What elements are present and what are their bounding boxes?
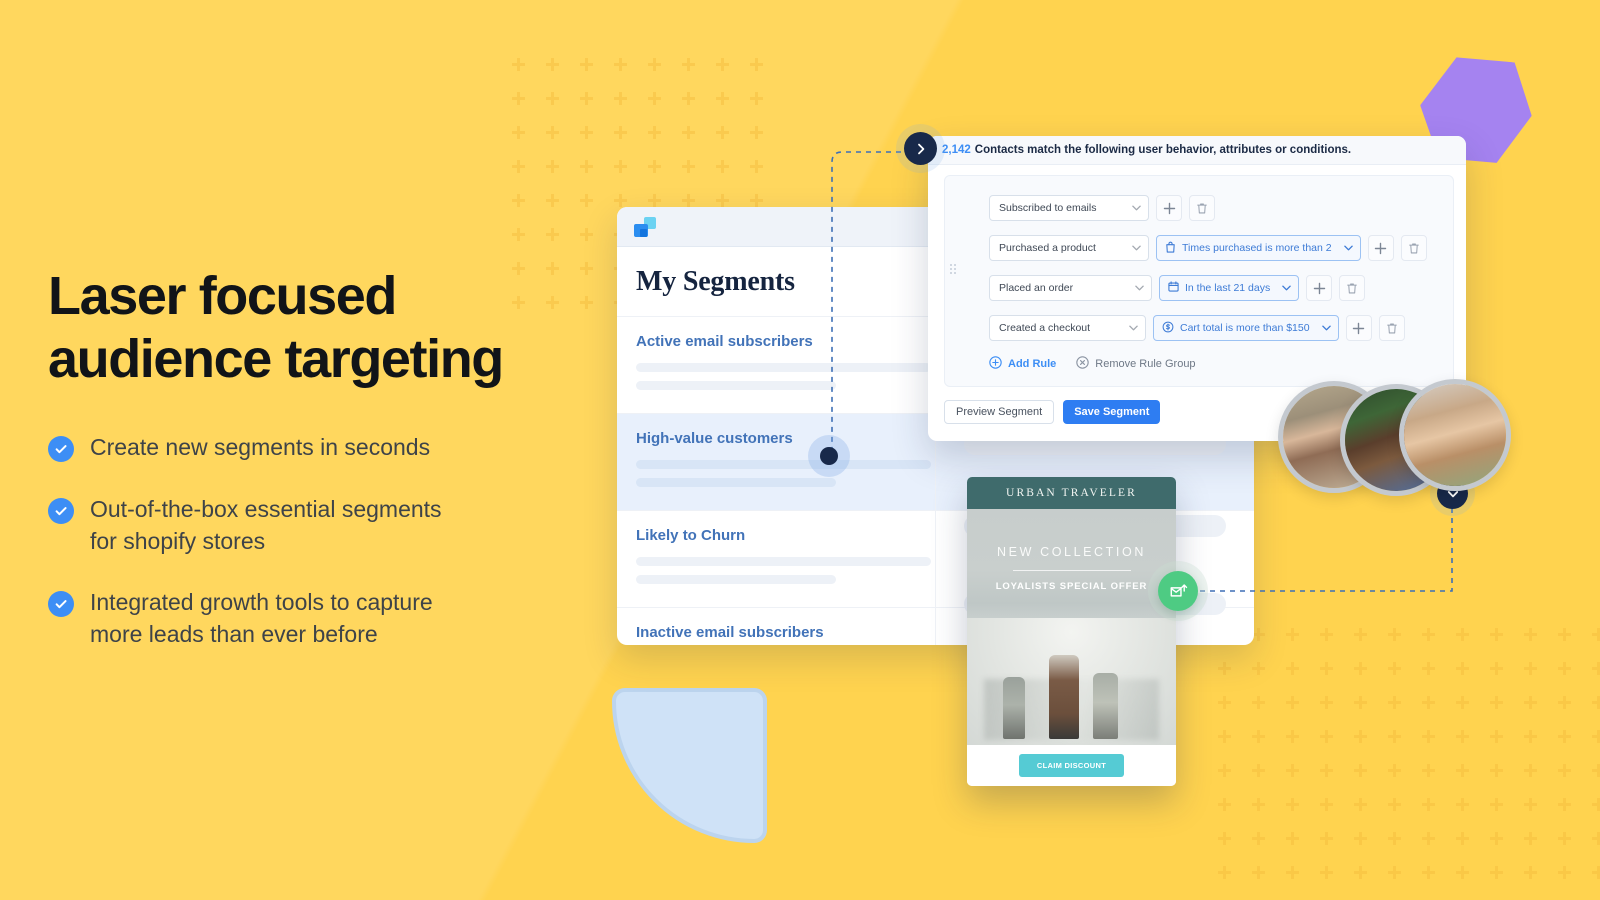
claim-discount-button[interactable]: CLAIM DISCOUNT [1018, 754, 1125, 777]
chevron-down-icon [1135, 282, 1144, 294]
delete-rule-button[interactable] [1378, 315, 1405, 341]
list-item-label: Integrated growth tools to capture more … [90, 589, 433, 648]
add-rule-condition-button[interactable] [1306, 275, 1333, 301]
add-rule-label: Add Rule [1008, 358, 1057, 370]
delete-rule-button[interactable] [1189, 195, 1215, 221]
rule-condition-select[interactable]: Cart total is more than $150 [1153, 315, 1339, 341]
rule-group-actions: Add Rule Remove Rule Group [945, 356, 1453, 372]
email-heading: NEW COLLECTION [997, 545, 1146, 559]
placeholder-bar [636, 575, 836, 584]
delete-rule-button[interactable] [1339, 275, 1366, 301]
placeholder-bar [636, 478, 836, 487]
remove-rule-group-label: Remove Rule Group [1095, 358, 1196, 370]
plus-circle-icon [989, 356, 1002, 372]
divider [1012, 570, 1131, 571]
x-circle-icon [1076, 356, 1090, 372]
list-item: Integrated growth tools to capture more … [48, 587, 608, 650]
rule-condition-label: Times purchased is more than 2 [1182, 242, 1332, 254]
add-rule-condition-button[interactable] [1367, 235, 1394, 261]
rule-builder-header: 2,142 Contacts match the following user … [928, 136, 1466, 165]
rule-row: Placed an order In the last 21 days [945, 268, 1453, 308]
rule-row: Subscribed to emails [945, 188, 1453, 228]
benefit-list: Create new segments in seconds Out-of-th… [48, 432, 608, 651]
drag-handle-icon[interactable] [950, 264, 956, 274]
rule-trigger-label: Purchased a product [999, 242, 1096, 254]
check-circle-icon [48, 591, 74, 618]
email-preview-card: URBAN TRAVELER NEW COLLECTION LOYALISTS … [967, 477, 1176, 786]
email-brand-name: URBAN TRAVELER [1006, 487, 1137, 499]
email-brand-bar: URBAN TRAVELER [967, 477, 1176, 509]
rule-builder-header-text: Contacts match the following user behavi… [974, 144, 1352, 156]
list-item-label: Create new segments in seconds [90, 434, 431, 461]
chevron-down-icon [1132, 202, 1141, 214]
rule-group: Subscribed to emails Purchased a product [944, 175, 1454, 387]
email-footer: CLAIM DISCOUNT [967, 745, 1176, 786]
rule-trigger-label: Subscribed to emails [999, 202, 1097, 214]
chevron-down-icon [1129, 322, 1138, 334]
list-item: Out-of-the-box essential segments for sh… [48, 494, 608, 557]
chevron-down-icon [1343, 242, 1353, 254]
rule-condition-select[interactable]: Times purchased is more than 2 [1156, 235, 1361, 261]
rule-trigger-label: Placed an order [999, 282, 1074, 294]
list-item: Create new segments in seconds [48, 432, 608, 464]
send-email-icon[interactable] [1158, 571, 1198, 611]
list-item-label: Out-of-the-box essential segments for sh… [90, 495, 442, 554]
rule-condition-select[interactable]: In the last 21 days [1159, 275, 1300, 301]
rule-condition-label: Cart total is more than $150 [1180, 322, 1310, 334]
preview-segment-button[interactable]: Preview Segment [944, 400, 1055, 424]
check-circle-icon [48, 436, 74, 463]
rule-trigger-select[interactable]: Subscribed to emails [989, 195, 1149, 221]
chevron-down-icon [1282, 282, 1292, 294]
bag-icon [1165, 241, 1176, 256]
save-segment-button[interactable]: Save Segment [1063, 400, 1161, 424]
avatar [1399, 379, 1511, 491]
cross-pattern-bottom [1218, 628, 1600, 900]
quarter-circle-shape [612, 688, 767, 843]
chevron-down-icon [1132, 242, 1141, 254]
rule-trigger-select[interactable]: Purchased a product [989, 235, 1149, 261]
rule-row: Created a checkout Cart total is more th… [945, 308, 1453, 348]
placeholder-bar [636, 381, 836, 390]
page-title: My Segments [636, 265, 795, 297]
rule-row: Purchased a product Times purchased is m… [945, 228, 1453, 268]
promo-canvas: Laser focused audience targeting Create … [0, 0, 1600, 900]
check-circle-icon [48, 497, 74, 524]
dollar-circle-icon [1162, 321, 1174, 336]
delete-rule-button[interactable] [1400, 235, 1427, 261]
add-rule-button[interactable]: Add Rule [989, 356, 1056, 372]
email-hero-image: NEW COLLECTION LOYALISTS SPECIAL OFFER [967, 509, 1176, 745]
node-dot-icon[interactable] [820, 447, 838, 465]
page-title: Laser focused audience targeting [48, 266, 504, 389]
placeholder-bar [636, 557, 931, 566]
placeholder-bar [636, 363, 931, 372]
match-count: 2,142 [942, 144, 971, 156]
rule-trigger-select[interactable]: Placed an order [989, 275, 1152, 301]
app-logo-icon [634, 216, 656, 237]
chevron-right-icon[interactable] [904, 132, 937, 165]
placeholder-bar [636, 460, 931, 469]
remove-rule-group-button[interactable]: Remove Rule Group [1076, 356, 1196, 372]
hero-copy: Laser focused audience targeting Create … [48, 265, 608, 681]
chevron-down-icon [1321, 322, 1331, 334]
rule-trigger-select[interactable]: Created a checkout [989, 315, 1146, 341]
add-rule-condition-button[interactable] [1345, 315, 1372, 341]
calendar-icon [1168, 281, 1179, 295]
email-subheading: LOYALISTS SPECIAL OFFER [995, 581, 1148, 592]
rule-condition-label: In the last 21 days [1185, 282, 1271, 294]
add-rule-condition-button[interactable] [1156, 195, 1182, 221]
rule-trigger-label: Created a checkout [999, 322, 1091, 334]
